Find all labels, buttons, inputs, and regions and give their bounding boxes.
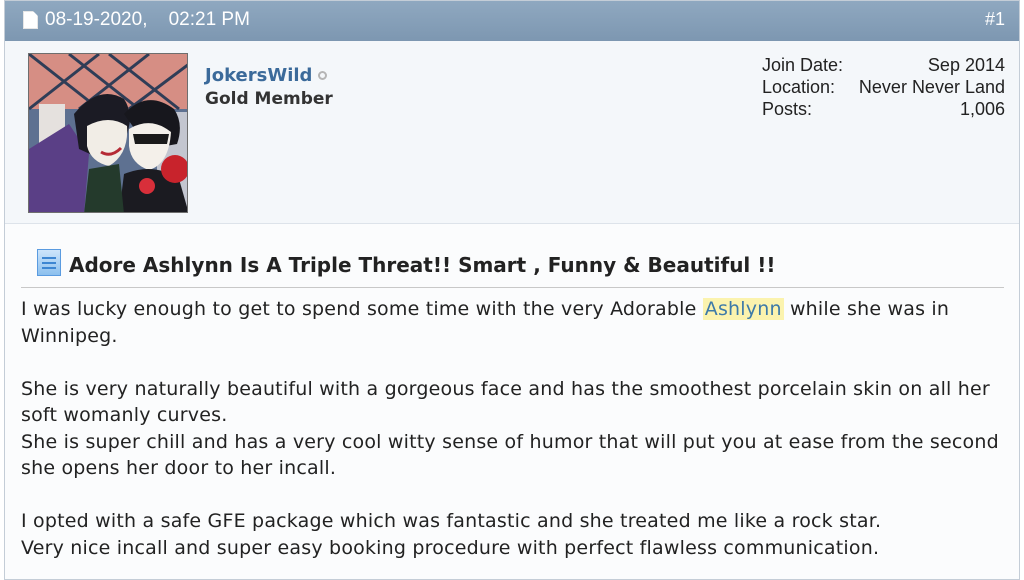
paragraph-3: I opted with a safe GFE package which wa…	[21, 508, 1011, 561]
offline-status-icon	[318, 71, 327, 80]
post-date: 08-19-2020,	[45, 9, 148, 30]
username-link[interactable]: JokersWild	[205, 65, 312, 86]
posts-value: 1,006	[959, 99, 1005, 119]
avatar[interactable]	[28, 53, 188, 213]
posts-row: Posts: 1,006	[762, 98, 1005, 120]
paragraph-3-line-2: Very nice incall and super easy booking …	[21, 536, 880, 559]
document-lines-icon	[37, 249, 61, 276]
post-header: 08-19-2020, 02:21 PM #1	[5, 1, 1019, 42]
user-info: Join Date: Sep 2014 Location: Never Neve…	[762, 54, 1005, 120]
title-divider	[21, 287, 1004, 288]
location-value: Never Never Land	[858, 77, 1005, 97]
post-datetime: 08-19-2020, 02:21 PM	[45, 9, 250, 31]
paragraph-3-line-1: I opted with a safe GFE package which wa…	[21, 510, 882, 532]
user-rank: Gold Member	[205, 89, 333, 109]
post-body: Adore Ashlynn Is A Triple Threat!! Smart…	[5, 224, 1019, 579]
posts-label: Posts:	[762, 99, 813, 119]
location-label: Location:	[762, 77, 836, 97]
post-message: I was lucky enough to get to spend some …	[21, 296, 1011, 579]
user-panel: JokersWild Gold Member Join Date: Sep 20…	[5, 41, 1019, 224]
forum-post: 08-19-2020, 02:21 PM #1 JokersWild Gold …	[4, 0, 1020, 580]
avatar-image	[29, 54, 187, 212]
location-row: Location: Never Never Land	[762, 76, 1005, 98]
post-time: 02:21 PM	[168, 9, 250, 30]
join-date-value: Sep 2014	[927, 55, 1005, 75]
document-icon	[23, 11, 38, 29]
join-date-row: Join Date: Sep 2014	[762, 54, 1005, 76]
post-number-link[interactable]: #1	[985, 9, 1005, 30]
join-date-label: Join Date:	[762, 55, 844, 75]
paragraph-1-start: I was lucky enough to get to spend some …	[21, 298, 703, 320]
post-title: Adore Ashlynn Is A Triple Threat!! Smart…	[69, 253, 776, 277]
paragraph-2-line-2: She is super chill and has a very cool w…	[21, 430, 999, 480]
highlighted-name[interactable]: Ashlynn	[702, 298, 784, 320]
paragraph-1: I was lucky enough to get to spend some …	[21, 296, 1011, 349]
paragraph-2-line-1: She is very naturally beautiful with a g…	[21, 377, 990, 427]
paragraph-2: She is very naturally beautiful with a g…	[21, 376, 1011, 482]
